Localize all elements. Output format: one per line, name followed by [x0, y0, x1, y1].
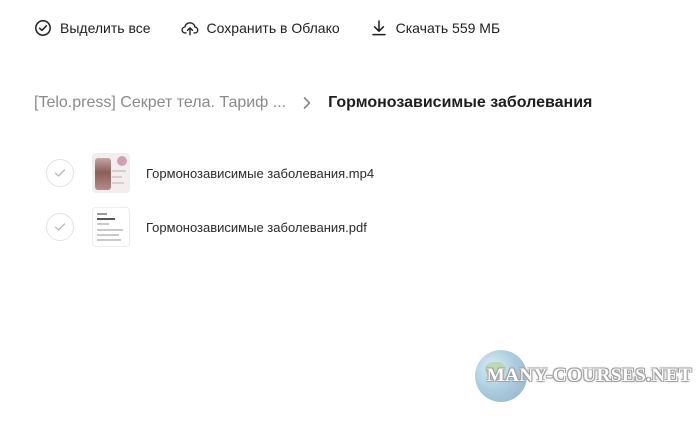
file-list: Гормонозависимые заболевания.mp4 Гормоно… — [46, 150, 646, 258]
video-thumbnail — [92, 153, 130, 193]
save-to-cloud-label: Сохранить в Облако — [206, 20, 340, 36]
toolbar: Выделить все Сохранить в Облако Скачать … — [34, 16, 530, 40]
download-icon — [370, 19, 388, 37]
file-name: Гормонозависимые заболевания.mp4 — [146, 165, 375, 181]
chevron-right-icon — [300, 96, 314, 110]
file-row-video[interactable]: Гормонозависимые заболевания.mp4 — [46, 150, 646, 196]
watermark-logo: MANY-COURSES.NET — [474, 350, 692, 402]
row-select-checkbox[interactable] — [46, 159, 74, 187]
pdf-thumbnail — [92, 207, 130, 247]
cloud-folder-view: Выделить все Сохранить в Облако Скачать … — [0, 0, 700, 424]
save-to-cloud-button[interactable]: Сохранить в Облако — [180, 19, 340, 37]
breadcrumb: [Telo.press] Секрет тела. Тариф ... Горм… — [34, 92, 592, 114]
check-icon — [54, 223, 66, 231]
watermark-text: MANY-COURSES.NET — [486, 365, 692, 386]
cloud-upload-icon — [180, 19, 199, 37]
check-icon — [54, 169, 66, 177]
select-all-button[interactable]: Выделить все — [34, 19, 151, 37]
file-name: Гормонозависимые заболевания.pdf — [146, 219, 367, 235]
breadcrumb-current: Гормонозависимые заболевания — [328, 94, 593, 111]
download-label: Скачать 559 МБ — [395, 20, 501, 36]
row-select-checkbox[interactable] — [46, 213, 74, 241]
check-circle-icon — [34, 19, 52, 37]
breadcrumb-parent-link[interactable]: [Telo.press] Секрет тела. Тариф ... — [34, 94, 286, 112]
select-all-label: Выделить все — [60, 20, 151, 36]
file-row-pdf[interactable]: Гормонозависимые заболевания.pdf — [46, 204, 646, 250]
download-button[interactable]: Скачать 559 МБ — [370, 19, 501, 37]
